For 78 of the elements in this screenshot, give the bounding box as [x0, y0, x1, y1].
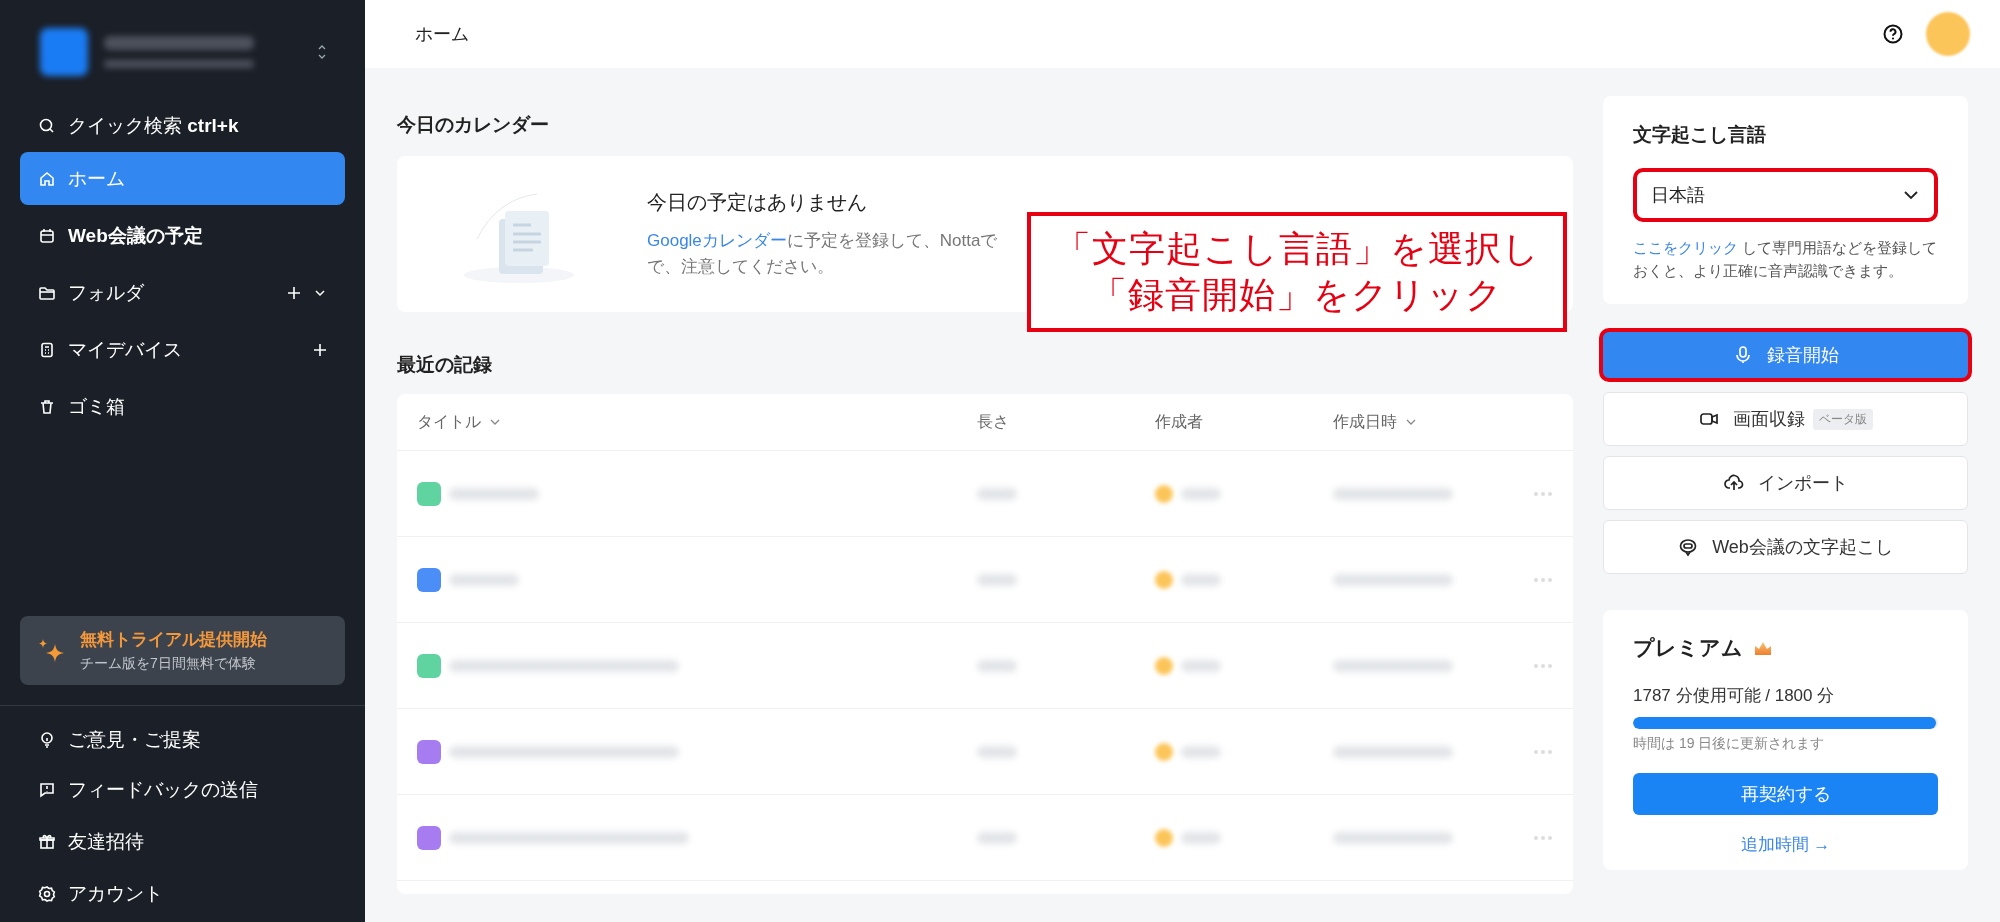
quick-search[interactable]: クイック検索 ctrl+k [20, 104, 345, 148]
action-button[interactable]: Web会議の文字起こし [1603, 520, 1968, 574]
sidebar-item[interactable]: フォルダ [20, 266, 345, 319]
avatar [1155, 742, 1173, 761]
column-header: 作成者 [1155, 411, 1204, 432]
blurred-text [977, 831, 1017, 844]
blurred-text [1181, 573, 1221, 586]
language-select[interactable]: 日本語 [1633, 168, 1938, 222]
crown-icon [1753, 640, 1773, 656]
calendar-text: に予定を登録して、Nottaで [786, 230, 998, 250]
renew-button[interactable]: 再契約する [1633, 773, 1938, 815]
section-heading: 今日のカレンダー [397, 113, 550, 136]
upload-icon [1723, 473, 1744, 493]
empty-title: 今日の予定はありません [647, 189, 868, 215]
more-icon[interactable] [1533, 576, 1553, 583]
avatar [1155, 570, 1173, 589]
gift-icon [38, 833, 56, 851]
sidebar-item[interactable]: ホーム [20, 152, 345, 205]
blurred-text [1181, 745, 1221, 758]
sidebar-item[interactable]: 友達招待 [20, 818, 345, 866]
home-icon [38, 169, 56, 188]
action-button[interactable]: 画面収録 ベータ版 [1603, 392, 1968, 446]
more-icon[interactable] [1533, 662, 1553, 669]
sidebar-item[interactable]: Web会議の予定 [20, 209, 345, 262]
annotation-callout: 「文字起こし言語」を選択し 「録音開始」をクリック [1027, 212, 1567, 332]
sidebar-item[interactable]: マイデバイス [20, 323, 345, 376]
avatar [1155, 828, 1173, 847]
column-header[interactable]: タイトル [417, 411, 977, 433]
hint-text: ここをクリック して専門用語などを登録しておくと、より正確に音声認識できます。 [1633, 238, 1938, 281]
avatar[interactable] [1926, 12, 1970, 56]
blurred-text [1181, 487, 1221, 500]
register-link[interactable]: ここをクリック [1633, 239, 1738, 256]
avatar [1155, 656, 1173, 675]
search-icon [38, 117, 56, 135]
plus-icon[interactable] [313, 342, 327, 357]
more-icon[interactable] [1533, 748, 1553, 755]
trial-title: 無料トライアル提供開始 [80, 629, 267, 651]
usage-text: 1787 分使用可能 / 1800 分 [1633, 685, 1836, 707]
workspace-logo [40, 28, 88, 76]
trash-icon [38, 397, 56, 416]
more-icon[interactable] [1533, 490, 1553, 497]
column-header: 長さ [977, 411, 1010, 432]
meeting-icon [1678, 537, 1699, 557]
blurred-text [977, 745, 1017, 758]
action-button[interactable]: インポート [1603, 456, 1968, 510]
breadcrumb: ホーム [415, 23, 469, 46]
trial-banner[interactable]: 無料トライアル提供開始 チーム版を7日間無料で体験 [20, 616, 345, 685]
add-time-link[interactable]: 追加時間 → [1740, 833, 1831, 856]
device-icon [38, 340, 56, 359]
blurred-text [977, 573, 1017, 586]
calendar-icon [38, 226, 56, 245]
calendar-text: で、注意してください。 [647, 256, 834, 276]
help-icon[interactable] [1882, 23, 1904, 45]
blurred-text [977, 659, 1017, 672]
avatar [1155, 484, 1173, 503]
feedback-icon [38, 781, 56, 799]
plus-icon[interactable] [287, 285, 301, 300]
sidebar-item[interactable]: ゴミ箱 [20, 380, 345, 433]
record-button[interactable]: 録音開始 [1599, 328, 1972, 382]
panel-title: プレミアム [1633, 635, 1743, 661]
blurred-text [1181, 831, 1221, 844]
panel-title: 文字起こし言語 [1633, 123, 1767, 147]
more-icon[interactable] [1533, 834, 1553, 841]
bulb-icon [38, 731, 56, 749]
column-header[interactable]: 作成日時 [1333, 411, 1533, 433]
sidebar-item[interactable]: ご意見・ご提案 [20, 718, 345, 762]
blurred-text [977, 487, 1017, 500]
switch-icon[interactable] [317, 43, 327, 61]
trial-subtitle: チーム版を7日間無料で体験 [80, 655, 257, 673]
beta-badge: ベータ版 [1812, 408, 1873, 430]
section-heading: 最近の記録 [397, 353, 493, 376]
sidebar-item[interactable]: フィードバックの送信 [20, 766, 345, 814]
renew-text: 時間は 19 日後に更新されます [1633, 735, 1826, 753]
gear-icon [38, 885, 56, 903]
sidebar-item[interactable]: アカウント [20, 870, 345, 918]
blurred-text [1181, 659, 1221, 672]
calendar-link[interactable]: Googleカレンダー [647, 230, 787, 250]
blurred-text [449, 573, 519, 586]
